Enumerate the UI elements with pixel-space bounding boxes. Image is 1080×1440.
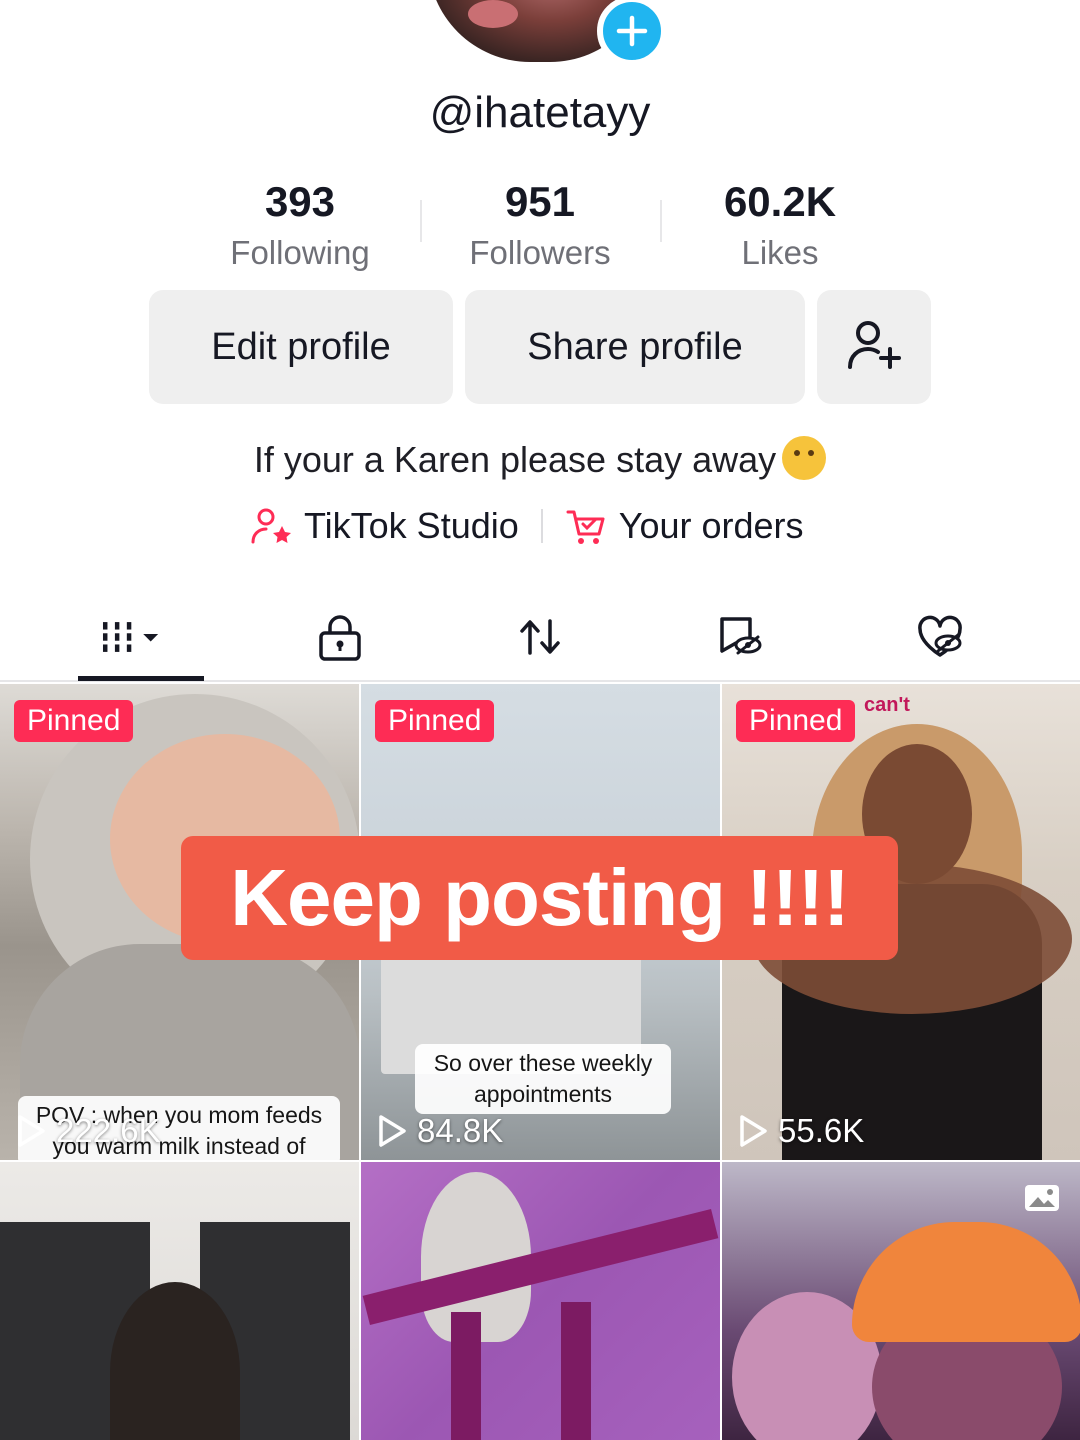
cart-icon [566, 510, 605, 544]
play-icon [18, 1115, 45, 1147]
share-profile-button[interactable]: Share profile [465, 290, 805, 404]
photo-icon [1025, 1185, 1059, 1211]
thumbnail-image [852, 1222, 1080, 1342]
edit-profile-button[interactable]: Edit profile [149, 290, 453, 404]
stat-label: Followers [469, 234, 611, 271]
keep-posting-banner: Keep posting !!!! [181, 836, 898, 960]
lock-icon [319, 615, 361, 661]
video-thumbnail[interactable] [0, 1162, 359, 1440]
stat-following[interactable]: 393 Following [180, 172, 420, 282]
stat-label: Following [230, 234, 370, 271]
video-overlay-text: can't [864, 694, 910, 716]
stat-value: 60.2K [723, 178, 837, 225]
profile-tabs [0, 592, 1080, 682]
view-count-value: 55.6K [778, 1112, 865, 1149]
view-count: 222.6K [16, 1112, 161, 1150]
tab-videos[interactable] [78, 602, 204, 672]
orders-label: Your orders [618, 505, 804, 546]
stat-value: 951 [504, 178, 576, 225]
bio-text: If your a Karen please stay away [253, 439, 777, 480]
pinned-badge: Pinned [14, 700, 134, 742]
studio-label: TikTok Studio [304, 505, 519, 546]
repost-icon [520, 619, 560, 655]
active-tab-indicator [78, 676, 204, 681]
tab-saved[interactable] [710, 602, 770, 672]
liked-hidden-icon [918, 615, 962, 657]
thumbnail-image [451, 1312, 481, 1440]
view-count-value: 222.6K [56, 1112, 161, 1149]
grid-icon [102, 622, 159, 652]
photo-post-thumbnail[interactable] [722, 1162, 1080, 1440]
stat-followers[interactable]: 951 Followers [420, 172, 660, 282]
play-icon [740, 1115, 767, 1147]
saved-hidden-icon [720, 617, 762, 655]
view-count-value: 84.8K [417, 1112, 504, 1149]
avatar-detail [468, 0, 518, 28]
profile-stats: 393 Following 951 Followers 60.2K Likes [180, 172, 900, 282]
pinned-badge: Pinned [736, 700, 856, 742]
your-orders-link[interactable]: Your orders [565, 504, 804, 548]
profile-bio: If your a Karen please stay away [0, 436, 1080, 481]
view-count: 84.8K [377, 1112, 503, 1150]
studio-icon [251, 508, 291, 544]
link-divider [540, 509, 543, 543]
add-story-button[interactable] [597, 0, 667, 66]
play-icon [379, 1115, 406, 1147]
tab-private[interactable] [310, 602, 370, 672]
stat-value: 393 [264, 178, 336, 225]
video-grid: Pinned POV : when you mom feeds you warm… [0, 684, 1080, 1440]
username: @ihatetayy [429, 88, 651, 137]
tiktok-studio-link[interactable]: TikTok Studio [250, 504, 519, 548]
stat-label: Likes [741, 234, 819, 271]
profile-links: TikTok Studio Your orders [250, 500, 804, 552]
tab-liked[interactable] [910, 602, 970, 672]
video-caption: So over these weekly appointments [415, 1044, 671, 1114]
tab-reposts[interactable] [510, 602, 570, 672]
pinned-badge: Pinned [375, 700, 495, 742]
face-emoji-icon [782, 436, 827, 480]
add-friends-button[interactable] [817, 290, 931, 404]
plus-icon [616, 15, 648, 47]
stat-likes[interactable]: 60.2K Likes [660, 172, 900, 282]
add-user-icon [848, 321, 901, 369]
thumbnail-image [561, 1302, 591, 1440]
video-thumbnail[interactable] [361, 1162, 720, 1440]
thumbnail-image [362, 1209, 719, 1325]
view-count: 55.6K [738, 1112, 864, 1150]
